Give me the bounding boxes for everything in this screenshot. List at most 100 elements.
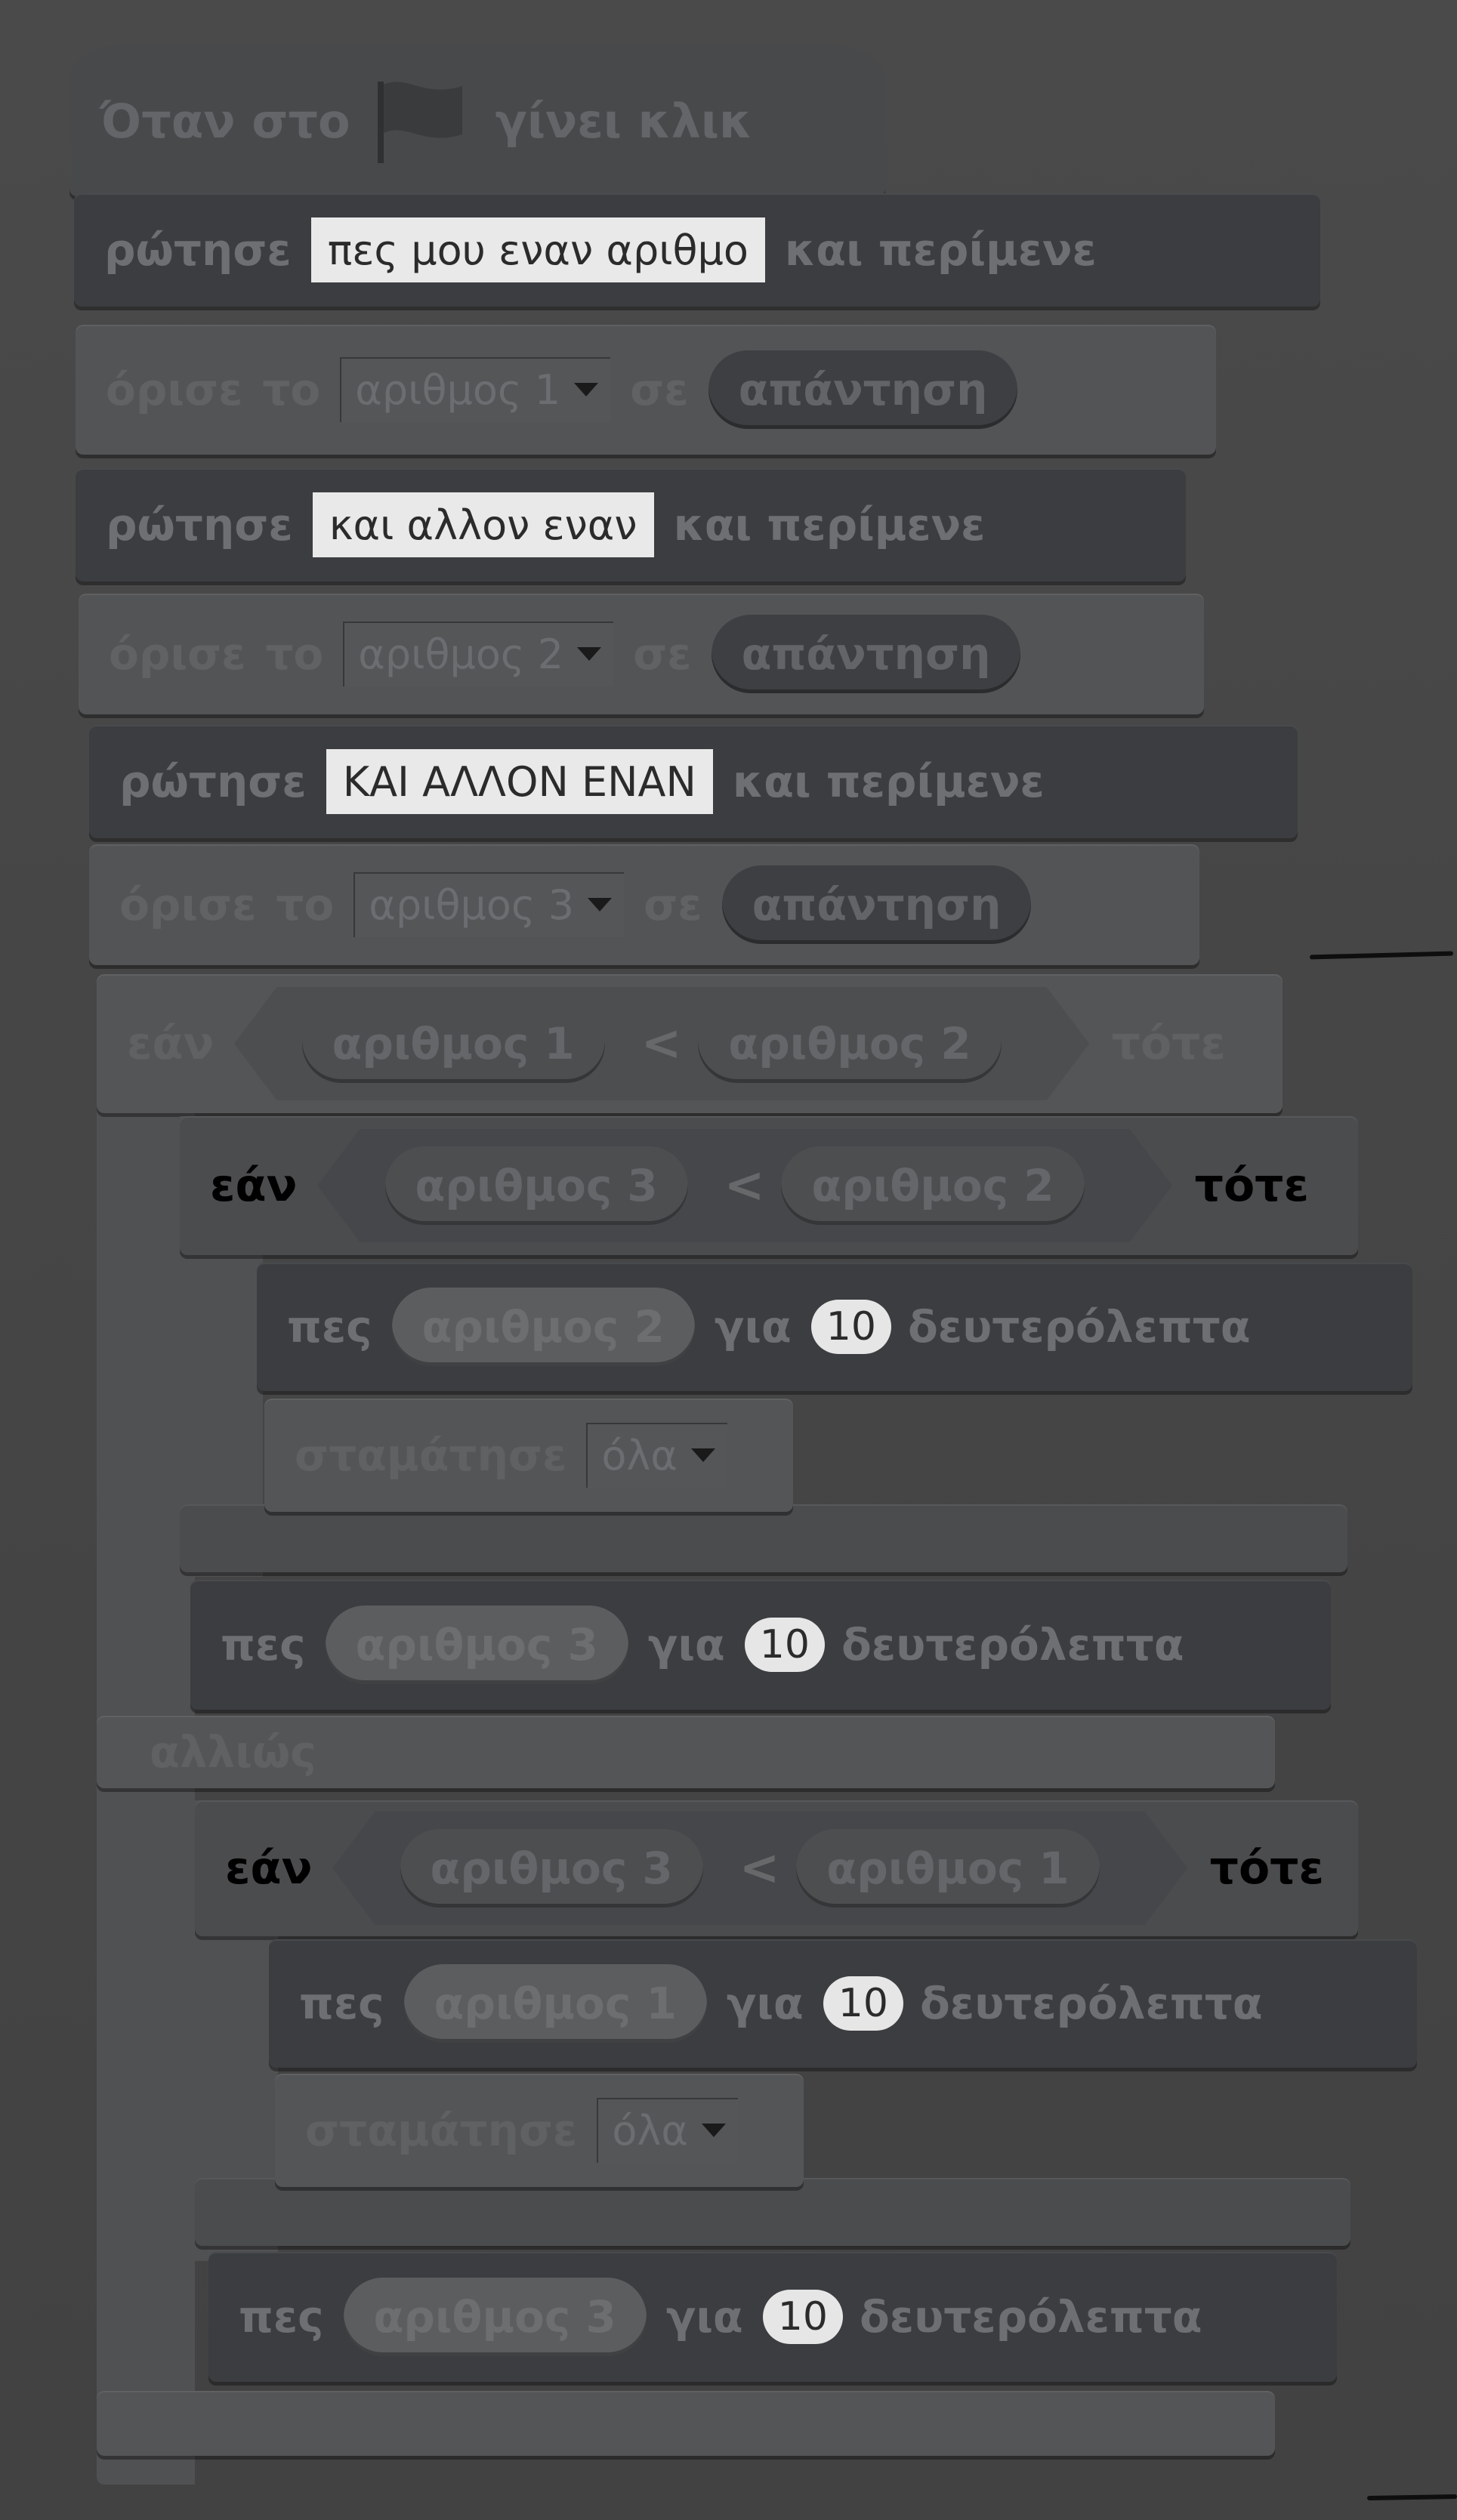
variable-dropdown-value: αριθμος 1 (355, 366, 561, 414)
when-flag-clicked-hat-block[interactable]: Όταν στο γίνει κλικ (69, 45, 885, 196)
variable-reporter[interactable]: αριθμος 2 (391, 1288, 695, 1366)
variable-reporter-right[interactable]: αριθμος 2 (781, 1146, 1085, 1225)
say-keyword: πες (221, 1619, 306, 1670)
then-label: τότε (1194, 1159, 1309, 1212)
ask-keyword: ρώτησε (104, 224, 292, 276)
if-keyword: εάν (210, 1159, 298, 1212)
stop-option-value: όλα (601, 1431, 678, 1479)
dropdown-arrow-icon (690, 1448, 715, 1462)
then-label: τότε (1111, 1017, 1226, 1070)
less-than-operator: < (724, 1158, 765, 1214)
less-than-operator: < (739, 1840, 780, 1896)
else-label: αλλιώς (150, 1726, 316, 1778)
stop-keyword: σταμάτησε (295, 1430, 567, 1481)
say-block-1[interactable]: πες αριθμος 2 για 10 δευτερόλεπτα (257, 1263, 1412, 1391)
answer-reporter[interactable]: απάντηση (711, 615, 1021, 693)
ask-wait-label: και περίμενε (784, 224, 1097, 276)
seconds-label: δευτερόλεπτα (841, 1619, 1184, 1670)
dropdown-arrow-icon (574, 383, 599, 396)
hat-label-pre: Όταν στο (100, 93, 350, 149)
green-flag-icon (377, 82, 462, 163)
variable-dropdown[interactable]: αριθμος 1 (340, 357, 611, 422)
set-to-label: το (276, 879, 335, 930)
dropdown-arrow-icon (577, 647, 602, 661)
stop-block-1[interactable]: σταμάτησε όλα (264, 1399, 793, 1512)
variable-reporter[interactable]: αριθμος 3 (325, 1605, 628, 1684)
if-else-bottom-arm (97, 2391, 1275, 2456)
say-block-4[interactable]: πες αριθμος 3 για 10 δευτερόλεπτα (208, 2252, 1337, 2382)
inner-if-2-bottom-arm (195, 2178, 1351, 2246)
stop-keyword: σταμάτησε (305, 2105, 578, 2156)
say-for-label: για (714, 1301, 792, 1353)
set-in-label: σε (633, 628, 692, 680)
say-for-label: για (647, 1619, 725, 1670)
set-to-label: το (265, 628, 324, 680)
ask-block-3[interactable]: ρώτησε ΚΑΙ ΑΛΛΟΝ ΕΝΑΝ και περίμενε (89, 725, 1298, 838)
say-block-3[interactable]: πες αριθμος 1 για 10 δευτερόλεπτα (269, 1939, 1417, 2068)
say-block-2[interactable]: πες αριθμος 3 για 10 δευτερόλεπτα (190, 1580, 1331, 1710)
seconds-input[interactable]: 10 (744, 1618, 825, 1672)
say-keyword: πες (299, 1978, 384, 2029)
ask-question-field[interactable]: και αλλον εναν (312, 492, 654, 557)
variable-reporter-left[interactable]: αριθμος 3 (384, 1146, 688, 1225)
variable-dropdown-value: αριθμος 2 (358, 630, 564, 678)
less-than-condition[interactable]: αριθμος 1 < αριθμος 2 (233, 987, 1089, 1100)
say-for-label: για (726, 1978, 804, 2029)
hat-label-post: γίνει κλικ (495, 93, 753, 149)
set-in-label: σε (644, 879, 702, 930)
seconds-label: δευτερόλεπτα (859, 2291, 1202, 2343)
set-to-label: το (262, 364, 321, 415)
if-header-inner-1[interactable]: εάν αριθμος 3 < αριθμος 2 τότε (180, 1116, 1358, 1255)
less-than-operator: < (641, 1016, 682, 1072)
if-keyword: εάν (127, 1017, 215, 1070)
inner-if-1-bottom-arm (180, 1504, 1347, 1572)
stop-option-dropdown[interactable]: όλα (586, 1423, 727, 1488)
less-than-condition[interactable]: αριθμος 3 < αριθμος 1 (332, 1812, 1187, 1925)
set-keyword: όρισε (106, 364, 243, 415)
set-variable-block-2[interactable]: όρισε το αριθμος 2 σε απάντηση (79, 594, 1204, 714)
variable-dropdown-value: αριθμος 3 (369, 881, 575, 929)
ask-keyword: ρώτησε (119, 756, 307, 807)
say-keyword: πες (239, 2291, 324, 2343)
say-keyword: πες (287, 1301, 372, 1353)
variable-reporter-right[interactable]: αριθμος 2 (698, 1004, 1002, 1083)
stop-block-2[interactable]: σταμάτησε όλα (275, 2074, 804, 2187)
dropdown-arrow-icon (701, 2124, 726, 2137)
seconds-input[interactable]: 10 (762, 2290, 843, 2344)
seconds-input[interactable]: 10 (810, 1300, 891, 1354)
ask-keyword: ρώτησε (106, 499, 293, 551)
say-for-label: για (665, 2291, 743, 2343)
dropdown-arrow-icon (588, 898, 613, 911)
set-variable-block-3[interactable]: όρισε το αριθμος 3 σε απάντηση (89, 844, 1199, 965)
set-in-label: σε (630, 364, 689, 415)
seconds-input[interactable]: 10 (823, 1976, 903, 2031)
set-variable-block-1[interactable]: όρισε το αριθμος 1 σε απάντηση (76, 325, 1216, 455)
seconds-label: δευτερόλεπτα (907, 1301, 1251, 1353)
stop-option-dropdown[interactable]: όλα (597, 2098, 738, 2163)
variable-reporter-right[interactable]: αριθμος 1 (796, 1829, 1100, 1908)
else-arm: αλλιώς (97, 1716, 1275, 1788)
stop-option-value: όλα (612, 2106, 688, 2154)
variable-reporter-left[interactable]: αριθμος 3 (400, 1829, 703, 1908)
if-header-outer[interactable]: εάν αριθμος 1 < αριθμος 2 τότε (97, 974, 1283, 1113)
set-keyword: όρισε (109, 628, 246, 680)
variable-dropdown[interactable]: αριθμος 3 (353, 872, 625, 937)
ask-question-field[interactable]: πες μου εναν αριθμο (310, 217, 765, 282)
set-keyword: όρισε (119, 879, 257, 930)
variable-reporter[interactable]: αριθμος 3 (343, 2278, 647, 2356)
pen-mark-line-bottom (1366, 2494, 1457, 2501)
ask-block-1[interactable]: ρώτησε πες μου εναν αριθμο και περίμενε (74, 193, 1320, 307)
then-label: τότε (1209, 1842, 1324, 1895)
variable-reporter-left[interactable]: αριθμος 1 (301, 1004, 605, 1083)
less-than-condition[interactable]: αριθμος 3 < αριθμος 2 (316, 1129, 1172, 1242)
ask-wait-label: και περίμενε (732, 756, 1045, 807)
if-header-inner-2[interactable]: εάν αριθμος 3 < αριθμος 1 τότε (195, 1800, 1358, 1936)
answer-reporter[interactable]: απάντηση (721, 865, 1032, 944)
answer-reporter[interactable]: απάντηση (708, 350, 1018, 429)
variable-dropdown[interactable]: αριθμος 2 (343, 622, 614, 686)
variable-reporter[interactable]: αριθμος 1 (403, 1964, 707, 2043)
seconds-label: δευτερόλεπτα (919, 1978, 1263, 2029)
ask-wait-label: και περίμενε (673, 499, 986, 551)
ask-question-field[interactable]: ΚΑΙ ΑΛΛΟΝ ΕΝΑΝ (326, 749, 713, 814)
ask-block-2[interactable]: ρώτησε και αλλον εναν και περίμενε (76, 468, 1186, 581)
